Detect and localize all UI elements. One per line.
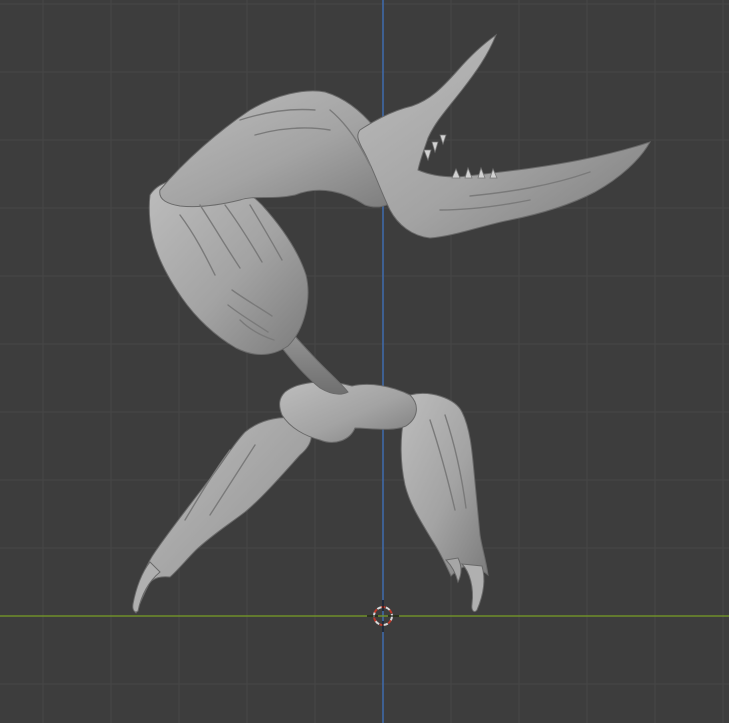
viewport-grid [0,0,729,723]
creature-left-claw [132,561,161,613]
creature-teeth [423,134,498,179]
creature-right-claw [460,563,485,613]
3d-viewport[interactable] [0,0,729,723]
creature-left-leg [133,417,312,614]
creature-right-leg [400,393,489,577]
sculpted-creature-mesh[interactable] [132,33,652,614]
viewport-canvas[interactable] [0,0,729,723]
